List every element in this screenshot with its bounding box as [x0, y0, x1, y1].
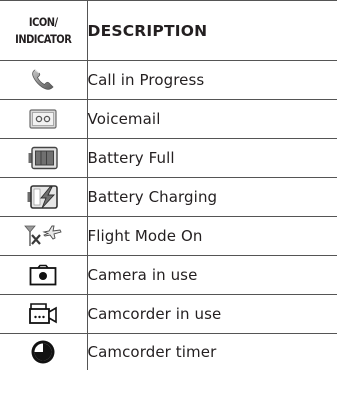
row-description: Camcorder timer — [86, 333, 337, 370]
row-description: Call in Progress — [86, 60, 337, 100]
camera-icon — [29, 264, 57, 286]
row-description: Battery Charging — [86, 177, 337, 217]
table-row: Flight Mode On — [0, 216, 337, 256]
call-in-progress-icon — [30, 68, 56, 92]
table-row: Camcorder timer — [0, 333, 337, 370]
camcorder-icon — [28, 301, 58, 327]
flight-mode-icon — [23, 223, 63, 249]
row-description: Battery Full — [86, 138, 337, 178]
table-row: Battery Charging — [0, 177, 337, 217]
voicemail-icon — [29, 109, 57, 129]
row-description: Camcorder in use — [86, 294, 337, 334]
table-row: Call in Progress — [0, 60, 337, 100]
row-description: Flight Mode On — [86, 216, 337, 256]
icon-column-header: ICON/ INDICATOR — [0, 0, 88, 61]
battery-full-icon — [28, 146, 58, 170]
table-row: Camera in use — [0, 255, 337, 295]
table-row: Camcorder in use — [0, 294, 337, 334]
row-description: Camera in use — [86, 255, 337, 295]
icon-column-header-line2: INDICATOR — [15, 31, 72, 46]
table-header-row: ICON/ INDICATOR DESCRIPTION — [0, 0, 337, 61]
battery-charging-icon — [27, 184, 59, 210]
description-column-header: DESCRIPTION — [86, 0, 337, 61]
camcorder-timer-icon — [30, 339, 56, 365]
table-row: Voicemail — [0, 99, 337, 139]
row-description: Voicemail — [86, 99, 337, 139]
icon-column-header-line1: ICON/ — [28, 14, 58, 29]
icon-indicator-table: ICON/ INDICATOR DESCRIPTION Call in Prog… — [0, 0, 337, 370]
table-row: Battery Full — [0, 138, 337, 178]
